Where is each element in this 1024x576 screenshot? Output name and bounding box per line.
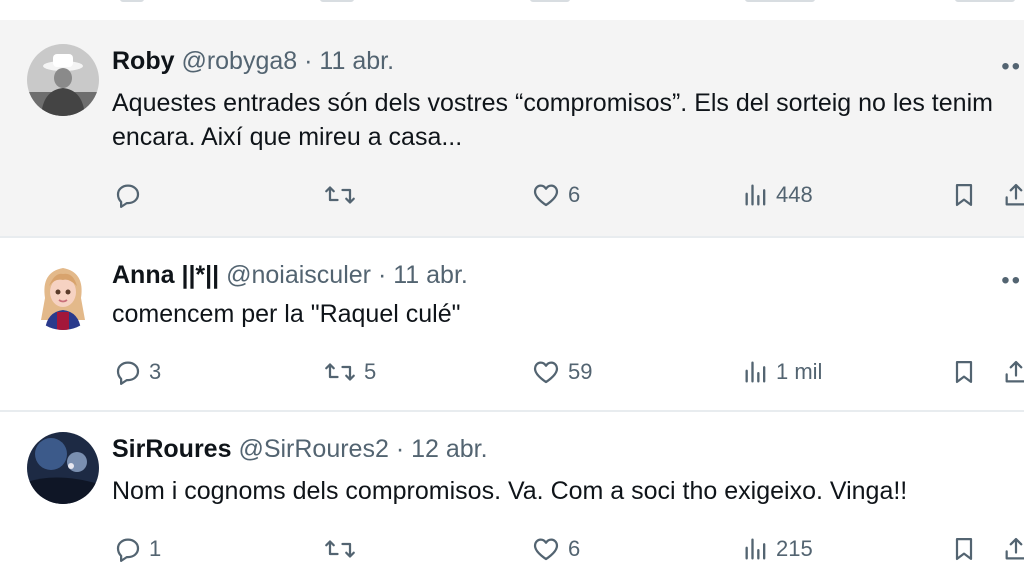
separator: ·: [304, 47, 313, 75]
tweet-text: Aquestes entrades són dels vostres “comp…: [112, 89, 993, 151]
share-button[interactable]: [1002, 357, 1024, 387]
views-button[interactable]: 448: [742, 180, 813, 210]
share-icon: [1005, 360, 1024, 383]
night-photo-avatar-icon: [27, 432, 99, 504]
reply-count: 3: [149, 359, 162, 384]
like-button[interactable]: 59: [530, 357, 592, 387]
tweet-text: Nom i cognoms dels compromisos. Va. Com …: [112, 477, 908, 505]
views-count: 1 mil: [776, 359, 823, 384]
share-icon: [1005, 183, 1024, 206]
author-handle[interactable]: @noiaisculer: [226, 261, 371, 289]
tweet-date[interactable]: 12 abr.: [411, 435, 487, 463]
avatar[interactable]: [27, 44, 99, 116]
share-icon: [1005, 537, 1024, 560]
bookmark-icon: [955, 183, 973, 207]
separator: ·: [395, 435, 405, 463]
reply-button[interactable]: 3: [113, 357, 161, 387]
retweet-button[interactable]: [322, 180, 364, 210]
tweet-header: Anna ||*|| @noiaisculer · 11 abr.: [112, 260, 468, 290]
views-count: 215: [776, 536, 813, 561]
tweet-header: SirRoures @SirRoures2 · 12 abr.: [112, 434, 488, 464]
like-count: 59: [568, 359, 593, 384]
like-icon: [533, 361, 559, 384]
views-icon: [745, 184, 766, 206]
tweet-header: Roby @robyga8 · 11 abr.: [112, 46, 394, 76]
views-button[interactable]: 1 mil: [742, 357, 822, 387]
more-icon[interactable]: ••: [1001, 269, 1022, 293]
like-button[interactable]: 6: [530, 180, 580, 210]
share-button[interactable]: [1002, 180, 1024, 210]
tweet-text: comencem per la "Raquel culé": [112, 300, 461, 328]
views-count: 448: [776, 182, 813, 207]
separator: ·: [377, 261, 387, 289]
reply-icon: [116, 184, 140, 208]
bookmark-icon: [955, 360, 973, 384]
author-handle[interactable]: @SirRoures2: [238, 435, 388, 463]
retweet-icon: [325, 186, 355, 204]
retweet-button[interactable]: [322, 534, 364, 564]
reply-count: 1: [149, 536, 162, 561]
tweet-sirroures[interactable]: SirRoures @SirRoures2 · 12 abr. Nom i co…: [0, 412, 1024, 576]
more-icon[interactable]: ••: [1001, 55, 1022, 79]
author-name[interactable]: Roby: [112, 47, 175, 75]
bookmark-button[interactable]: [950, 534, 978, 564]
avatar[interactable]: [27, 258, 99, 330]
tweet-anna[interactable]: Anna ||*|| @noiaisculer · 11 abr. •• com…: [0, 238, 1024, 410]
reply-button[interactable]: 1: [113, 534, 161, 564]
like-icon: [533, 184, 559, 207]
tweet-date[interactable]: 11 abr.: [393, 261, 468, 289]
author-name[interactable]: Anna ||*||: [112, 261, 219, 289]
retweet-icon: [325, 540, 355, 558]
previous-tweet-actions-strip: [0, 0, 1024, 20]
reply-icon: [116, 361, 140, 385]
like-count: 6: [568, 182, 581, 207]
hat-figure-avatar-icon: [27, 44, 99, 116]
bookmark-icon: [955, 537, 973, 561]
views-button[interactable]: 215: [742, 534, 813, 564]
retweet-count: 5: [364, 359, 377, 384]
avatar[interactable]: [27, 432, 99, 504]
retweet-button[interactable]: 5: [322, 357, 376, 387]
reply-button[interactable]: [113, 180, 149, 210]
author-name[interactable]: SirRoures: [112, 435, 231, 463]
like-button[interactable]: 6: [530, 534, 580, 564]
bookmark-button[interactable]: [950, 357, 978, 387]
cartoon-girl-avatar-icon: [27, 258, 99, 330]
like-count: 6: [568, 536, 581, 561]
author-handle[interactable]: @robyga8: [181, 47, 297, 75]
views-icon: [745, 538, 766, 560]
tweet-roby[interactable]: Roby @robyga8 · 11 abr. •• Aquestes entr…: [0, 20, 1024, 236]
share-button[interactable]: [1002, 534, 1024, 564]
views-icon: [745, 361, 766, 383]
like-icon: [533, 538, 559, 561]
bookmark-button[interactable]: [950, 180, 978, 210]
reply-icon: [116, 538, 140, 562]
tweet-date[interactable]: 11 abr.: [319, 47, 394, 75]
retweet-icon: [325, 363, 355, 381]
